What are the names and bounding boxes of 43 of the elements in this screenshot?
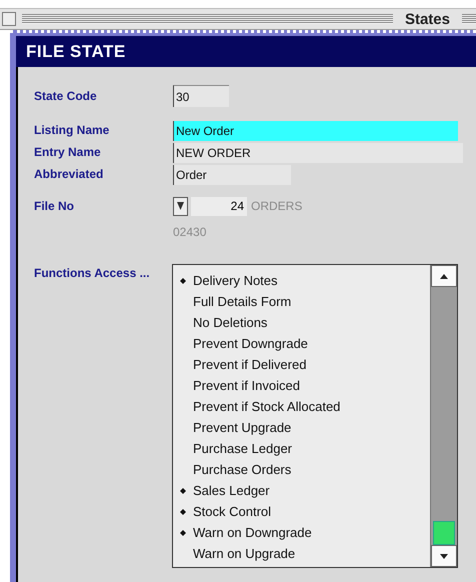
marker-icon [180,508,186,514]
list-item[interactable]: Prevent if Delivered [173,354,430,375]
number-field[interactable]: 24 [191,196,247,216]
dropdown-button[interactable] [173,196,188,216]
list-item[interactable]: Prevent Upgrade [173,417,430,438]
marker-icon [180,530,186,536]
list-item[interactable]: Delivery Notes [173,270,430,291]
scroll-thumb[interactable] [433,521,455,545]
list-item[interactable]: Warn on Downgrade [173,522,430,543]
text-field[interactable]: NEW ORDER [173,142,463,162]
title-stripes [462,14,476,24]
text-field[interactable]: Order [173,164,291,184]
text-field[interactable]: 30 [173,85,229,107]
file-name: ORDERS [251,199,302,213]
scroll-up-button[interactable] [431,265,457,287]
marker-icon [180,488,186,494]
marker-icon [180,278,186,284]
field-label: Abbreviated [34,167,104,182]
list-item[interactable]: Full Details Form [173,291,430,312]
text-field[interactable]: New Order [173,120,458,140]
scrollbar[interactable] [430,265,457,567]
close-box[interactable] [2,12,16,26]
field-label: Entry Name [34,145,102,160]
list-item[interactable]: Purchase Ledger [173,438,430,459]
list-item[interactable]: Prevent if Invoiced [173,375,430,396]
field-label: File No [34,198,76,214]
field-label: State Code [34,88,98,104]
list-item[interactable]: Stock Control [173,501,430,522]
caret-icon [177,202,184,210]
list-item[interactable]: Warn on Upgrade [173,543,430,564]
field-label: Listing Name [34,123,110,138]
field-label: Functions Access ... [34,266,151,281]
form-header: FILE STATE [16,36,476,67]
scroll-down-button[interactable] [431,545,457,567]
window-title: States [404,10,451,28]
list-item[interactable]: Prevent if Stock Allocated [173,396,430,417]
list-item[interactable]: Prevent Downgrade [173,333,430,354]
list-item[interactable]: No Deletions [173,312,430,333]
list-item[interactable]: Sales Ledger [173,480,430,501]
down-arrow-icon [440,554,448,558]
up-arrow-icon [440,274,448,278]
list-item[interactable]: Purchase Orders [173,459,430,480]
file-code: 02430 [173,225,206,239]
